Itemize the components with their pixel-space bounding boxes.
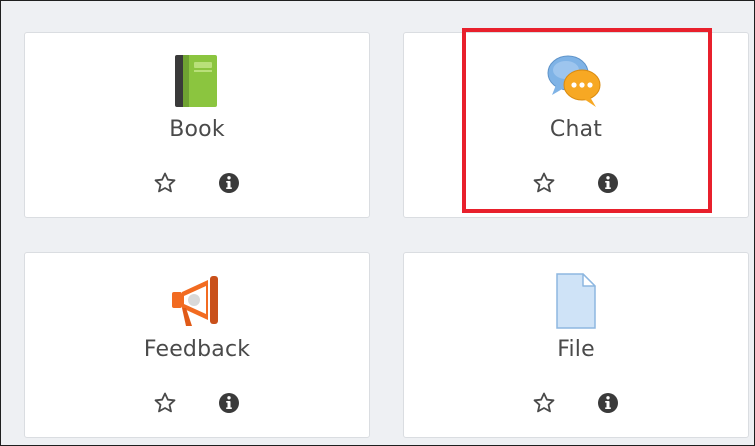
star-outline-icon[interactable] xyxy=(530,169,558,197)
chat-icon xyxy=(546,51,606,111)
book-icon xyxy=(167,51,227,111)
module-name: Book xyxy=(169,117,225,142)
module-actions xyxy=(25,389,369,417)
file-icon xyxy=(546,271,606,331)
module-card-file[interactable]: File xyxy=(403,252,749,438)
module-name: File xyxy=(557,337,595,362)
info-circle-icon[interactable] xyxy=(215,169,243,197)
star-outline-icon[interactable] xyxy=(530,389,558,417)
info-circle-icon[interactable] xyxy=(594,389,622,417)
megaphone-icon xyxy=(167,271,227,331)
module-card-chat[interactable]: Chat xyxy=(403,32,749,218)
module-card-book[interactable]: Book xyxy=(24,32,370,218)
activity-chooser: Book Chat Feedback File xyxy=(0,0,755,446)
module-actions xyxy=(404,169,748,197)
module-actions xyxy=(404,389,748,417)
info-circle-icon[interactable] xyxy=(215,389,243,417)
module-card-feedback[interactable]: Feedback xyxy=(24,252,370,438)
module-name: Chat xyxy=(549,117,603,142)
info-circle-icon[interactable] xyxy=(594,169,622,197)
star-outline-icon[interactable] xyxy=(151,169,179,197)
module-actions xyxy=(25,169,369,197)
module-name: Feedback xyxy=(143,337,251,362)
star-outline-icon[interactable] xyxy=(151,389,179,417)
